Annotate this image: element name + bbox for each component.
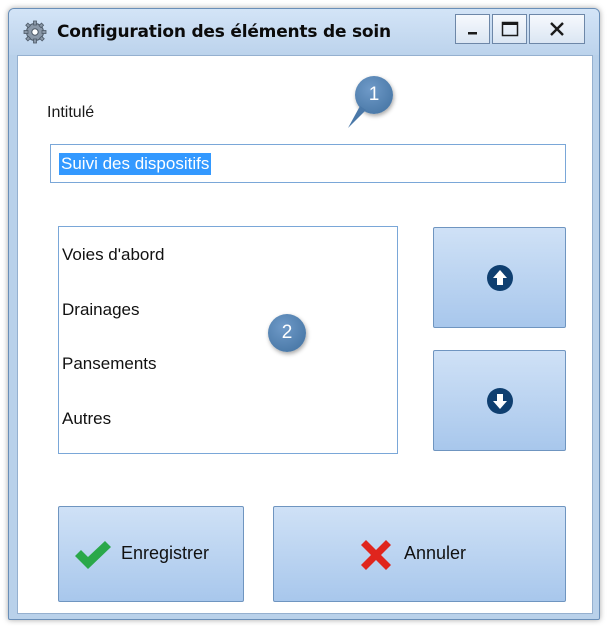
maximize-icon	[501, 21, 518, 37]
callout-1-pointer	[348, 106, 366, 128]
move-down-button[interactable]	[433, 350, 566, 451]
list-item[interactable]: Drainages	[62, 300, 140, 320]
intitule-input-value: Suivi des dispositifs	[59, 153, 212, 175]
minimize-icon	[467, 32, 477, 35]
list-item[interactable]: Voies d'abord	[62, 245, 165, 265]
intitule-input[interactable]: Suivi des dispositifs	[50, 144, 566, 183]
intitule-label: Intitulé	[47, 104, 95, 121]
list-item[interactable]: Autres	[62, 409, 111, 429]
gear-icon	[23, 20, 47, 44]
close-button[interactable]	[529, 14, 585, 44]
close-icon	[550, 22, 564, 36]
callout-2: 2	[268, 314, 306, 352]
title-bar[interactable]: Configuration des éléments de soin	[9, 9, 599, 55]
arrow-up-circle-icon	[487, 265, 513, 291]
move-up-button[interactable]	[433, 227, 566, 328]
cross-icon	[361, 540, 391, 570]
save-button-label: Enregistrer	[121, 543, 210, 563]
window-controls	[455, 14, 599, 46]
maximize-button[interactable]	[492, 14, 527, 44]
elements-list[interactable]: Voies d'abord Drainages Pansements Autre…	[58, 226, 398, 454]
cancel-button[interactable]: Annuler	[273, 506, 566, 602]
save-button[interactable]: Enregistrer	[58, 506, 244, 602]
list-item[interactable]: Pansements	[62, 354, 157, 374]
arrow-down-circle-icon	[487, 388, 513, 414]
minimize-button[interactable]	[455, 14, 490, 44]
cancel-button-label: Annuler	[404, 543, 467, 563]
check-icon	[75, 541, 111, 569]
window-title: Configuration des éléments de soin	[57, 22, 391, 42]
